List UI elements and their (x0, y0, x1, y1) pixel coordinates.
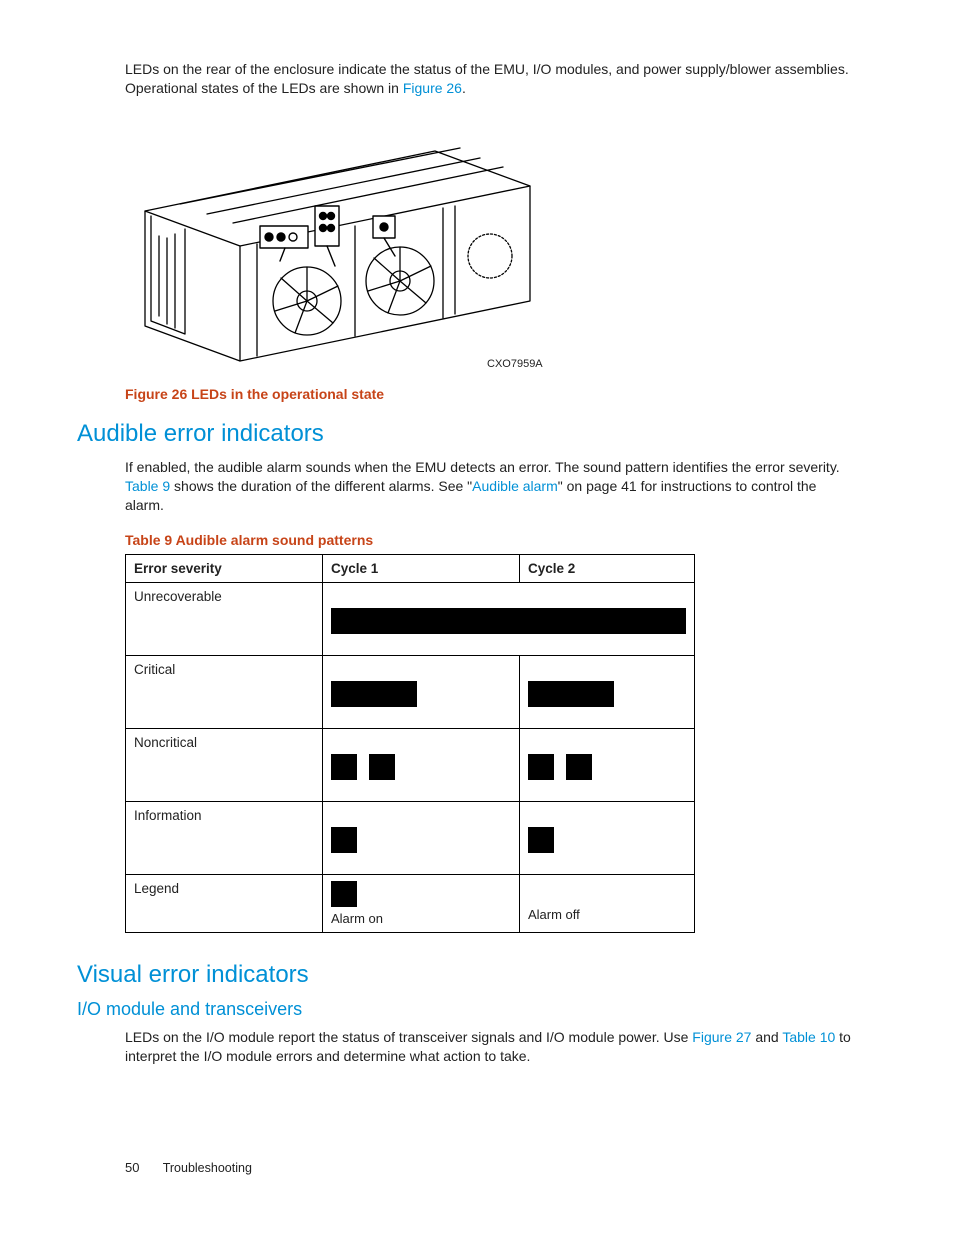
table-9-title: Table 9 Audible alarm sound patterns (125, 532, 859, 548)
cell-pattern-critical-2 (520, 656, 695, 729)
audible-text-b: shows the duration of the different alar… (170, 478, 472, 494)
visual-text-b: and (751, 1029, 782, 1045)
visual-paragraph: LEDs on the I/O module report the status… (125, 1028, 859, 1066)
visual-text-a: LEDs on the I/O module report the status… (125, 1029, 692, 1045)
table-row: Information (126, 802, 695, 875)
table-row: Legend Alarm on Alarm off (126, 875, 695, 933)
cell-pattern-noncritical-1 (323, 729, 520, 802)
audible-alarm-link[interactable]: Audible alarm (472, 478, 558, 494)
figure-27-link[interactable]: Figure 27 (692, 1029, 751, 1045)
heading-io-module-transceivers: I/O module and transceivers (77, 999, 859, 1020)
audible-paragraph: If enabled, the audible alarm sounds whe… (125, 458, 859, 515)
page-footer: 50 Troubleshooting (125, 1160, 252, 1175)
cell-pattern-noncritical-2 (520, 729, 695, 802)
footer-section-name: Troubleshooting (163, 1161, 252, 1175)
cell-severity: Critical (126, 656, 323, 729)
sound-bar-short-icon (331, 827, 357, 853)
figure-26-link[interactable]: Figure 26 (403, 80, 462, 96)
sound-bar-short-icon (331, 754, 357, 780)
sound-bar-short-icon (566, 754, 592, 780)
legend-on-label: Alarm on (331, 911, 511, 926)
sound-bar-long-icon (528, 681, 614, 707)
intro-text-b: . (462, 80, 466, 96)
table-row: Critical (126, 656, 695, 729)
cell-pattern-information-1 (323, 802, 520, 875)
sound-bar-short-icon (528, 754, 554, 780)
cell-severity: Noncritical (126, 729, 323, 802)
sound-bar-continuous-icon (331, 608, 686, 634)
intro-paragraph: LEDs on the rear of the enclosure indica… (125, 60, 859, 98)
table-10-link[interactable]: Table 10 (782, 1029, 835, 1045)
sound-bar-long-icon (331, 681, 417, 707)
figure-26-illustration: CXO7959A (125, 116, 859, 376)
th-cycle-1: Cycle 1 (323, 555, 520, 583)
table-row: Unrecoverable (126, 583, 695, 656)
cell-legend-on: Alarm on (323, 875, 520, 933)
sound-bar-short-icon (528, 827, 554, 853)
table-row: Noncritical (126, 729, 695, 802)
audible-alarm-table: Error severity Cycle 1 Cycle 2 Unrecover… (125, 554, 695, 933)
cell-severity: Legend (126, 875, 323, 933)
cell-severity: Unrecoverable (126, 583, 323, 656)
cell-pattern-unrecoverable (323, 583, 695, 656)
table-header-row: Error severity Cycle 1 Cycle 2 (126, 555, 695, 583)
figure-code: CXO7959A (487, 358, 543, 370)
intro-text-a: LEDs on the rear of the enclosure indica… (125, 61, 849, 96)
page-number: 50 (125, 1160, 139, 1175)
heading-audible-error-indicators: Audible error indicators (77, 420, 859, 448)
cell-legend-off: Alarm off (520, 875, 695, 933)
cell-pattern-critical-1 (323, 656, 520, 729)
table-9-link[interactable]: Table 9 (125, 478, 170, 494)
cell-pattern-information-2 (520, 802, 695, 875)
th-cycle-2: Cycle 2 (520, 555, 695, 583)
legend-off-label: Alarm off (528, 907, 686, 922)
th-error-severity: Error severity (126, 555, 323, 583)
sound-bar-short-icon (369, 754, 395, 780)
audible-text-a: If enabled, the audible alarm sounds whe… (125, 459, 840, 475)
cell-severity: Information (126, 802, 323, 875)
figure-26-caption: Figure 26 LEDs in the operational state (125, 386, 859, 402)
legend-on-swatch-icon (331, 881, 357, 907)
heading-visual-error-indicators: Visual error indicators (77, 961, 859, 989)
enclosure-rear-diagram-icon (125, 116, 545, 376)
